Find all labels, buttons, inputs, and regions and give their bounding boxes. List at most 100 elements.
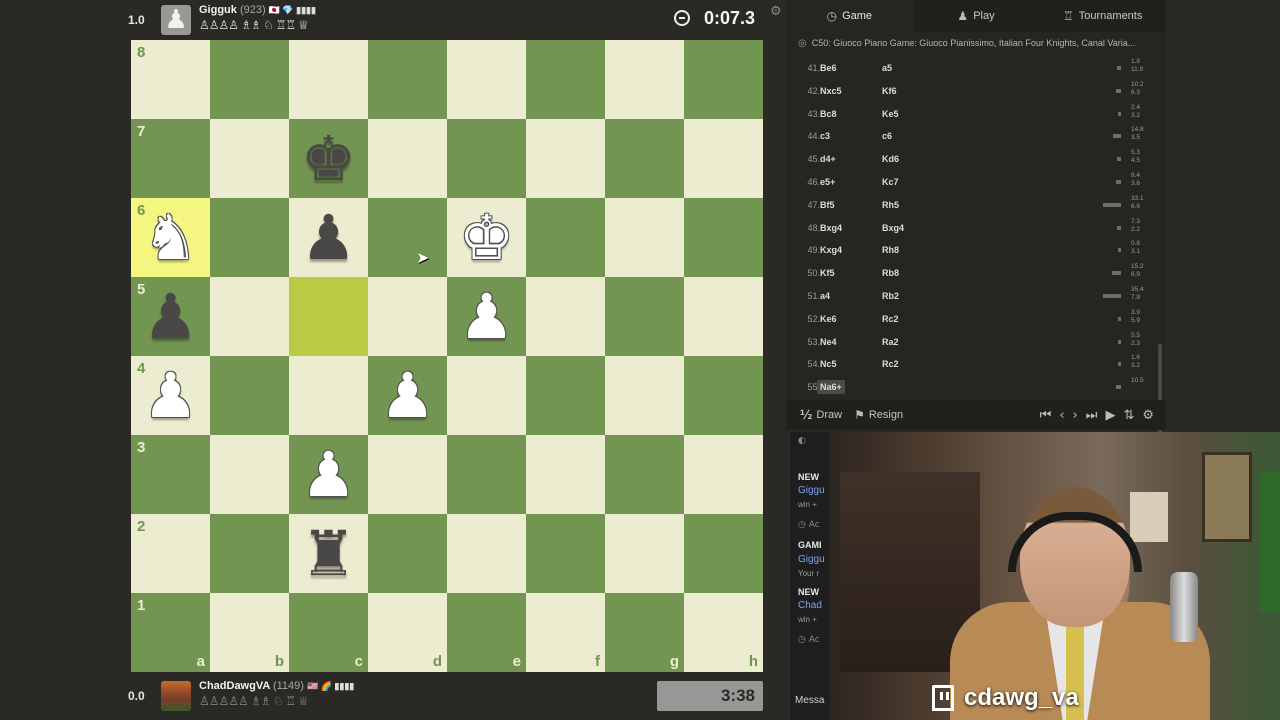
white-move[interactable]: Bxg4 [820,223,842,233]
square-c1[interactable]: c [289,593,368,672]
square-g5[interactable] [605,277,684,356]
top-player-name[interactable]: Gigguk [199,4,237,16]
black-move[interactable]: Rb2 [882,291,899,301]
square-e5[interactable]: ♟ [447,277,526,356]
square-f6[interactable] [526,198,605,277]
first-move-icon[interactable]: ⏮ [1040,408,1052,423]
black-move[interactable]: Bxg4 [882,223,904,233]
square-d3[interactable] [368,435,447,514]
white-pawn-icon[interactable]: ♟ [143,364,199,427]
square-h6[interactable] [684,198,763,277]
white-move[interactable]: Bf5 [820,200,835,210]
bottom-player-avatar[interactable] [161,681,191,711]
square-b5[interactable] [210,277,289,356]
draw-button[interactable]: ½ Draw [800,408,842,422]
square-f1[interactable]: f [526,593,605,672]
white-knight-icon[interactable]: ♞ [143,206,199,269]
white-move[interactable]: a4 [820,291,830,301]
black-move[interactable]: Rc2 [882,359,899,369]
square-g2[interactable] [605,514,684,593]
chess-board[interactable]: 8 7 ♚ 6 ♞ ♟ ♚ 5 ♟ ♟ 4 ♟ ♟ 3 ♟ 2 ♜ 1 a b c d e f g h [131,40,763,672]
square-h8[interactable] [684,40,763,119]
black-move[interactable]: Ke5 [882,109,899,119]
chat-message-input[interactable]: Messa [795,695,824,706]
square-e3[interactable] [447,435,526,514]
flip-board-icon[interactable]: ⇅ [1123,408,1134,423]
square-b6[interactable] [210,198,289,277]
square-b4[interactable] [210,356,289,435]
previous-move-icon[interactable]: ‹ [1059,408,1064,423]
square-c8[interactable] [289,40,368,119]
square-b3[interactable] [210,435,289,514]
square-a3[interactable]: 3 [131,435,210,514]
square-g4[interactable] [605,356,684,435]
black-move[interactable]: Ra2 [882,337,899,347]
black-move[interactable]: Kd6 [882,154,899,164]
square-a8[interactable]: 8 [131,40,210,119]
white-pawn-icon[interactable]: ♟ [380,364,436,427]
black-move[interactable]: Kc7 [882,177,899,187]
square-f3[interactable] [526,435,605,514]
white-move[interactable]: Bc8 [820,109,837,119]
white-king-icon[interactable]: ♚ [459,206,515,269]
square-c4[interactable] [289,356,368,435]
square-e4[interactable] [447,356,526,435]
black-move[interactable]: Rb8 [882,268,899,278]
square-f4[interactable] [526,356,605,435]
black-move[interactable]: a5 [882,63,892,73]
square-h1[interactable]: h [684,593,763,672]
square-e1[interactable]: e [447,593,526,672]
board-settings-gear-icon[interactable]: ⚙ [770,3,782,19]
square-h3[interactable] [684,435,763,514]
white-move[interactable]: Ke6 [820,314,837,324]
square-c5[interactable] [289,277,368,356]
square-d2[interactable] [368,514,447,593]
square-f7[interactable] [526,119,605,198]
black-pawn-icon[interactable]: ♟ [301,206,357,269]
square-c7[interactable]: ♚ [289,119,368,198]
square-f2[interactable] [526,514,605,593]
square-a6[interactable]: 6 ♞ [131,198,210,277]
opening-name[interactable]: ◎ C50: Giuoco Piano Game: Giuoco Pianiss… [786,32,1166,54]
white-move[interactable]: Kxg4 [820,245,842,255]
square-h4[interactable] [684,356,763,435]
square-b8[interactable] [210,40,289,119]
last-move-icon[interactable]: ⏭ [1086,408,1098,423]
square-a2[interactable]: 2 [131,514,210,593]
square-a4[interactable]: 4 ♟ [131,356,210,435]
square-a1[interactable]: 1a [131,593,210,672]
black-move[interactable]: Rc2 [882,314,899,324]
black-move[interactable]: Kf6 [882,86,897,96]
square-h2[interactable] [684,514,763,593]
white-move[interactable]: c3 [820,131,830,141]
square-e2[interactable] [447,514,526,593]
square-d8[interactable] [368,40,447,119]
square-b1[interactable]: b [210,593,289,672]
white-move[interactable]: Be6 [820,63,837,73]
black-king-icon[interactable]: ♚ [301,127,357,190]
square-f5[interactable] [526,277,605,356]
square-d7[interactable] [368,119,447,198]
black-move[interactable]: Rh8 [882,245,899,255]
black-move[interactable]: Rh5 [882,200,899,210]
square-b2[interactable] [210,514,289,593]
settings-gear-icon[interactable]: ⚙ [1142,408,1154,423]
square-g1[interactable]: g [605,593,684,672]
square-f8[interactable] [526,40,605,119]
bottom-player-name[interactable]: ChadDawgVA [199,680,270,692]
square-g6[interactable] [605,198,684,277]
black-pawn-icon[interactable]: ♟ [143,285,199,348]
white-pawn-icon[interactable]: ♟ [301,443,357,506]
top-player-avatar[interactable]: ♟ [161,5,191,35]
white-move[interactable]: Nxc5 [820,86,842,96]
move-list[interactable]: 41. Be6 a5 1.8 11.9 42. Nxc5 Kf6 10.2 6.3 43. Bc8 Ke… [786,54,1166,444]
resign-button[interactable]: ⚑ Resign [854,408,903,422]
square-e6[interactable]: ♚ [447,198,526,277]
square-h7[interactable] [684,119,763,198]
square-h5[interactable] [684,277,763,356]
white-move[interactable]: Nc5 [820,359,837,369]
square-a7[interactable]: 7 [131,119,210,198]
square-b7[interactable] [210,119,289,198]
black-rook-icon[interactable]: ♜ [301,522,357,585]
square-d6[interactable] [368,198,447,277]
